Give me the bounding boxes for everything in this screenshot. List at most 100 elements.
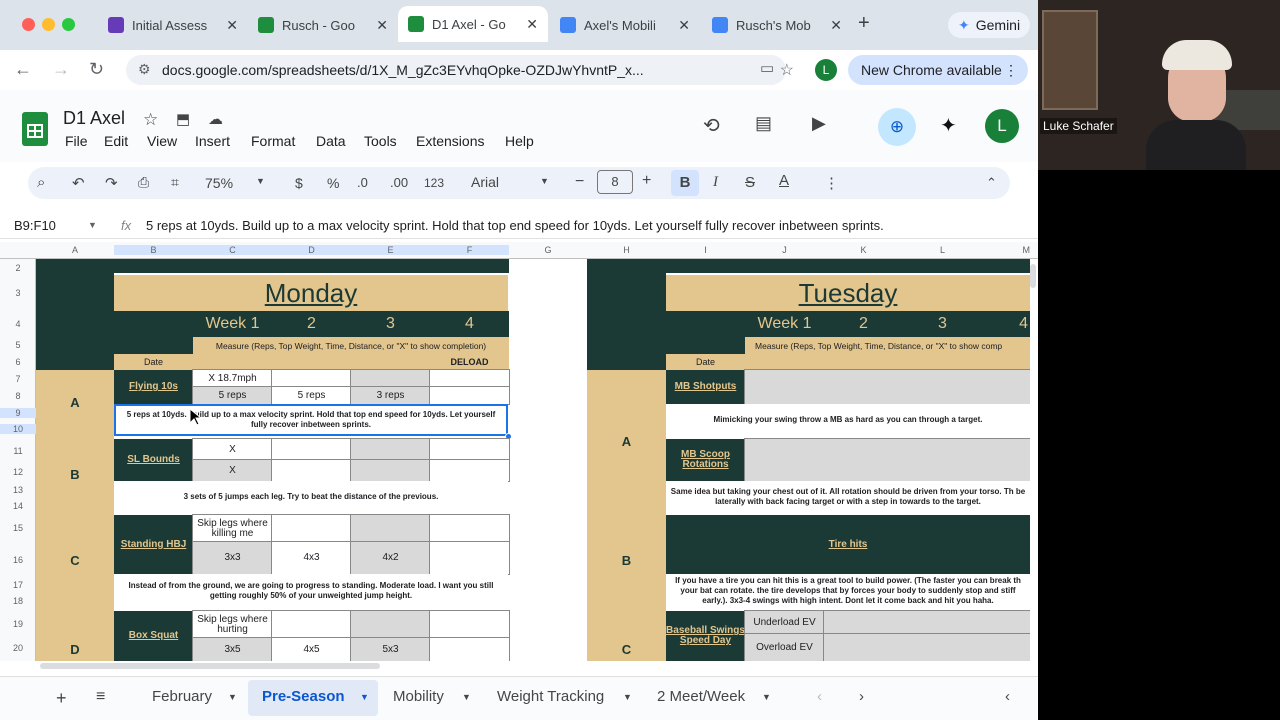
log-cell[interactable]: Underload EV <box>744 610 825 635</box>
log-cell[interactable] <box>350 610 431 639</box>
row-header[interactable]: 12 <box>0 467 36 477</box>
menu-insert[interactable]: Insert <box>195 133 230 149</box>
rx-cell[interactable]: 3x3 <box>192 541 273 575</box>
log-cell[interactable]: X <box>192 459 273 482</box>
row-header[interactable]: 5 <box>0 340 36 350</box>
percent-format-button[interactable]: % <box>327 175 339 191</box>
log-cells[interactable] <box>744 438 1030 482</box>
row-header[interactable]: 20 <box>0 643 36 653</box>
close-icon[interactable]: ✕ <box>830 17 842 34</box>
update-chrome-button[interactable]: New Chrome available ⋮ <box>848 55 1028 85</box>
sheet-tab-february[interactable]: February <box>152 688 212 705</box>
sheet-tab-mobility[interactable]: Mobility <box>393 688 444 705</box>
browser-tab-initial-assess[interactable]: Initial Assess ✕ <box>98 8 248 42</box>
exercise-note[interactable]: Instead of from the ground, we are going… <box>114 574 508 608</box>
week-header[interactable]: 3 <box>903 311 982 337</box>
menu-view[interactable]: View <box>147 133 177 149</box>
more-formats-button[interactable]: 123 <box>424 176 444 190</box>
week-header[interactable]: 3 <box>351 311 430 337</box>
selected-note-cell[interactable]: 5 reps at 10yds. Build up to a max veloc… <box>114 404 508 436</box>
forward-icon[interactable]: → <box>52 59 70 80</box>
more-menu-icon[interactable]: ⋮ <box>1004 62 1018 79</box>
menu-data[interactable]: Data <box>316 133 346 149</box>
exercise-name[interactable]: MB Scoop Rotations <box>666 439 745 481</box>
italic-icon[interactable]: I <box>713 174 718 191</box>
log-cell[interactable] <box>271 369 352 388</box>
log-cell[interactable] <box>271 610 352 639</box>
log-cell[interactable] <box>271 459 352 482</box>
version-history-icon[interactable]: ⟲ <box>703 113 720 138</box>
row-header[interactable]: 13 <box>0 485 36 495</box>
log-cell[interactable] <box>271 514 352 543</box>
row-header[interactable]: 17 <box>0 580 36 590</box>
row-header[interactable]: 15 <box>0 523 36 533</box>
week-header[interactable]: Week 1 <box>745 311 824 337</box>
week-header[interactable]: 4 <box>982 311 1030 337</box>
log-cell[interactable] <box>350 459 431 482</box>
browser-tab-rusch-mobility[interactable]: Rusch's Mob ✕ <box>702 8 852 42</box>
comments-icon[interactable]: ▤ <box>755 113 772 134</box>
column-header[interactable]: E <box>351 245 430 255</box>
sheet-tab-pre-season[interactable]: Pre-Season <box>262 688 345 705</box>
undo-icon[interactable]: ↶ <box>72 174 85 192</box>
decrease-font-size-icon[interactable]: − <box>575 173 584 191</box>
close-icon[interactable]: ✕ <box>678 17 690 34</box>
horizontal-scrollbar[interactable] <box>40 663 380 669</box>
site-info-icon[interactable]: ⚙ <box>138 61 151 78</box>
sheet-menu-icon[interactable]: ▼ <box>360 692 369 702</box>
column-header[interactable]: G <box>509 245 587 255</box>
scroll-tabs-left-icon[interactable]: ‹ <box>817 688 822 705</box>
gemini-button[interactable]: ✦ Gemini <box>948 12 1031 38</box>
log-cell[interactable]: X 18.7mph <box>192 369 273 388</box>
column-header[interactable]: F <box>430 245 509 255</box>
close-window-button[interactable] <box>22 18 35 31</box>
row-header[interactable]: 11 <box>0 446 36 456</box>
document-title[interactable]: D1 Axel <box>63 108 125 129</box>
add-sheet-button[interactable]: + <box>56 688 67 709</box>
cast-icon[interactable]: ▭ <box>760 59 774 77</box>
name-box-dropdown-icon[interactable]: ▼ <box>88 220 97 230</box>
log-cell[interactable]: X <box>192 438 273 461</box>
monday-title[interactable]: Monday <box>114 275 508 311</box>
column-header[interactable]: A <box>36 245 114 255</box>
rx-cell[interactable]: 5 reps <box>271 386 352 405</box>
menu-help[interactable]: Help <box>505 133 534 149</box>
row-header[interactable]: 8 <box>0 391 36 401</box>
log-cell[interactable] <box>350 369 431 388</box>
sheet-menu-icon[interactable]: ▼ <box>623 692 632 702</box>
measure-note[interactable]: Measure (Reps, Top Weight, Time, Distanc… <box>745 337 1030 354</box>
back-icon[interactable]: ← <box>14 59 32 80</box>
block-label[interactable]: A <box>36 370 114 436</box>
log-cell[interactable]: Skip legs where killing me <box>192 514 273 543</box>
exercise-note[interactable]: 3 sets of 5 jumps each leg. Try to beat … <box>114 481 508 513</box>
rx-cell[interactable]: 3x5 <box>192 637 273 661</box>
close-icon[interactable]: ✕ <box>376 17 388 34</box>
browser-tab-axel-mobility[interactable]: Axel's Mobili ✕ <box>550 8 700 42</box>
block-label[interactable]: B <box>587 513 666 608</box>
sheet-tab-2-meet-week[interactable]: 2 Meet/Week <box>657 688 745 705</box>
star-icon[interactable]: ☆ <box>143 110 158 130</box>
cloud-status-icon[interactable]: ☁ <box>208 110 223 128</box>
log-cell[interactable] <box>429 610 510 639</box>
date-cells[interactable] <box>745 354 1030 370</box>
close-icon[interactable]: ✕ <box>226 17 238 34</box>
more-tools-icon[interactable]: ⋮ <box>824 174 839 192</box>
increase-font-size-icon[interactable]: + <box>642 172 651 190</box>
exercise-name[interactable]: Standing HBJ <box>114 515 193 574</box>
new-tab-button[interactable]: + <box>858 12 870 35</box>
exercise-name[interactable]: Flying 10s <box>114 370 193 404</box>
print-icon[interactable]: ⎙ <box>138 174 149 191</box>
close-icon[interactable]: ✕ <box>526 16 538 33</box>
menu-format[interactable]: Format <box>251 133 295 149</box>
meet-icon[interactable]: ▶ <box>812 113 826 134</box>
column-header[interactable]: I <box>666 245 745 255</box>
block-label[interactable]: A <box>587 370 666 513</box>
move-folder-icon[interactable]: ⬒ <box>176 110 190 128</box>
zoom-window-button[interactable] <box>62 18 75 31</box>
log-cells[interactable] <box>744 369 1030 405</box>
tuesday-title[interactable]: Tuesday <box>666 275 1030 311</box>
zoom-select[interactable]: 75% <box>205 175 233 191</box>
row-header[interactable]: 3 <box>0 288 36 298</box>
block-label[interactable]: B <box>36 436 114 513</box>
block-label[interactable]: C <box>587 608 666 661</box>
